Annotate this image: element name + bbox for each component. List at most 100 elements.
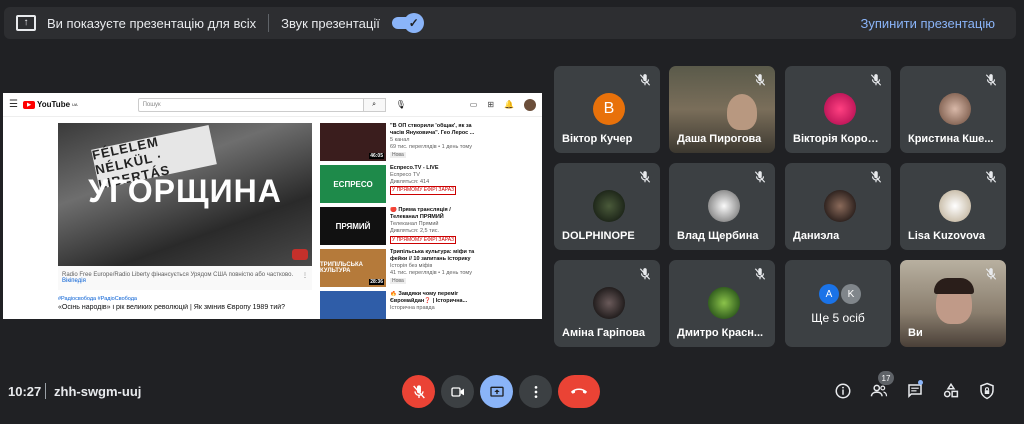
thumb-text: ТРИПІЛЬСЬКА КУЛЬТУРА (320, 262, 363, 274)
participant-name: Дмитро Красн... (677, 327, 764, 339)
live-badge: У ПРЯМОМУ ЕФІРІ ЗАРАЗ (390, 235, 457, 245)
mic-off-icon (754, 268, 766, 280)
participant-tile[interactable]: Кристина Кше... (900, 66, 1006, 153)
participant-name: DOLPHINOPE (562, 230, 635, 242)
meeting-code: zhh-swgm-uuj (54, 384, 142, 399)
list-item[interactable]: ТРИПІЛЬСЬКА КУЛЬТУРА 28:36 Трипільська к… (320, 249, 480, 287)
present-screen-icon (489, 386, 504, 397)
video-thumbnail[interactable]: ТРИПІЛЬСЬКА КУЛЬТУРА 28:36 (320, 249, 386, 287)
rec-channel: Історична правда (390, 305, 435, 312)
apps-grid-icon[interactable]: ⊞ (487, 100, 494, 109)
host-controls-button[interactable] (977, 381, 997, 401)
self-view-tile[interactable]: Ви (900, 260, 1006, 347)
thumb-text: ПРЯМИЙ (335, 221, 371, 231)
video-thumbnail[interactable] (320, 291, 386, 319)
video-thumbnail[interactable]: ЕСПРЕСО (320, 165, 386, 203)
list-item[interactable]: ПРЯМИЙ 🔴 Пряма трансляція / Телеканал ПР… (320, 207, 480, 245)
avatar[interactable] (524, 98, 536, 111)
present-screen-icon: ↑ (16, 15, 36, 31)
activities-button[interactable] (941, 381, 961, 401)
rec-meta: Дивляться: 2,5 тис. (390, 228, 439, 235)
stop-presenting-button[interactable]: Зупинити презентацію (861, 16, 995, 31)
list-item[interactable]: 46:05 "В ОП створили 'общак', як за часі… (320, 123, 480, 161)
participant-tile[interactable]: Даниэла (785, 163, 891, 250)
notifications-bell-icon[interactable]: 🔔 (504, 100, 514, 109)
participant-name: Віктор Кучер (562, 133, 633, 145)
participant-tile[interactable]: Влад Щербина (669, 163, 775, 250)
youtube-region: UA (72, 102, 78, 107)
shield-lock-icon (980, 382, 994, 400)
mic-off-icon (985, 268, 997, 280)
youtube-logo[interactable]: ▶ YouTube UA (23, 100, 78, 109)
avatar (708, 287, 740, 319)
chat-unread-dot (918, 380, 923, 385)
list-item[interactable]: ЕСПРЕСО Еспресо.TV - LIVE Еспресо TV Див… (320, 165, 480, 203)
participant-tile[interactable]: Lisa Kuzovova (900, 163, 1006, 250)
participant-name: Вікторія Коровій (793, 133, 883, 145)
participant-tile[interactable]: Даша Пирогова (669, 66, 775, 153)
presentation-audio-label: Звук презентації (281, 15, 380, 31)
participant-tile[interactable]: DOLPHINOPE (554, 163, 660, 250)
rec-channel: Еспресо TV (390, 172, 420, 179)
avatar (593, 287, 625, 319)
camera-toggle-button[interactable] (441, 375, 474, 408)
participant-count-badge: 17 (878, 371, 894, 385)
wikipedia-link[interactable]: Вікіпедія (62, 278, 86, 284)
participant-video-hair (934, 278, 974, 294)
more-vert-icon (534, 385, 537, 398)
hamburger-menu-icon[interactable]: ☰ (9, 99, 23, 110)
recommendations-list: 46:05 "В ОП створили 'общак', як за часі… (320, 123, 480, 319)
avatar: В (593, 93, 625, 125)
video-hashtags[interactable]: #Радіосвобода #РадіоСвобода (58, 296, 312, 302)
avatar: K (841, 284, 861, 304)
video-thumbnail[interactable]: ПРЯМИЙ (320, 207, 386, 245)
rec-title: Еспресо.TV - LIVE (390, 165, 439, 171)
participant-tile[interactable]: Дмитро Красн... (669, 260, 775, 347)
participant-tile[interactable]: В Віктор Кучер (554, 66, 660, 153)
video-thumbnail[interactable]: 46:05 (320, 123, 386, 161)
create-video-icon[interactable]: ▭ (470, 100, 478, 109)
avatar (939, 190, 971, 222)
video-title: «Осінь народів» і рік великих революцій … (58, 304, 286, 311)
participant-name: Аміна Гарiпова (562, 327, 646, 339)
more-options-button[interactable] (519, 375, 552, 408)
participant-name: Кристина Кше... (908, 133, 994, 145)
participant-tile[interactable]: Вікторія Коровій (785, 66, 891, 153)
microphone-icon[interactable]: 🎙 (396, 100, 406, 109)
participant-name: Lisa Kuzovova (908, 230, 986, 242)
mic-off-icon (754, 171, 766, 183)
video-duration: 28:36 (369, 279, 384, 285)
others-tile[interactable]: A K Ще 5 осіб (785, 260, 891, 347)
main-video-player[interactable]: FÉLELEM NÉLKÜL · LIBERTÁS УГОРЩИНА (58, 123, 312, 266)
presenting-banner: ↑ Ви показуєте презентацію для всіх Звук… (4, 7, 1016, 39)
avatar: A (819, 284, 839, 304)
new-badge: Нова (390, 277, 406, 285)
others-count-label: Ще 5 осіб (811, 311, 865, 325)
avatar (824, 190, 856, 222)
participant-name: Ви (908, 327, 923, 339)
mic-off-icon (412, 384, 425, 398)
rec-channel: Телеканал Прямий (390, 221, 439, 228)
mic-off-icon (639, 268, 651, 280)
activities-shapes-icon (943, 382, 959, 398)
leave-call-button[interactable] (558, 375, 600, 408)
participant-video (727, 94, 757, 130)
meeting-details-button[interactable] (833, 381, 853, 401)
youtube-search-input[interactable]: Пошук (137, 97, 364, 112)
live-badge: У ПРЯМОМУ ЕФІРІ ЗАРАЗ (390, 186, 457, 195)
presentation-audio-toggle[interactable]: ✓ (391, 13, 424, 33)
avatar (708, 190, 740, 222)
shared-screen: ☰ ▶ YouTube UA Пошук ⌕ 🎙 ▭ ⊞ 🔔 FÉLELEM N… (3, 93, 542, 319)
more-options-icon[interactable]: ⋮ (302, 272, 308, 284)
video-camera-icon (450, 386, 464, 397)
funding-notice-text: Radio Free Europe/Radio Liberty фінансує… (62, 272, 294, 278)
present-now-button[interactable] (480, 375, 513, 408)
search-icon[interactable]: ⌕ (363, 97, 386, 112)
participant-tile[interactable]: Аміна Гарiпова (554, 260, 660, 347)
divider (45, 383, 46, 399)
rec-title: 🔥 Завдяки чому переміг Євромайдан❓ | Іст… (390, 291, 468, 305)
list-item[interactable]: 🔥 Завдяки чому переміг Євромайдан❓ | Іст… (320, 291, 480, 319)
mic-off-icon (985, 171, 997, 183)
microphone-toggle-button[interactable] (402, 375, 435, 408)
youtube-watermark-icon (292, 249, 308, 260)
